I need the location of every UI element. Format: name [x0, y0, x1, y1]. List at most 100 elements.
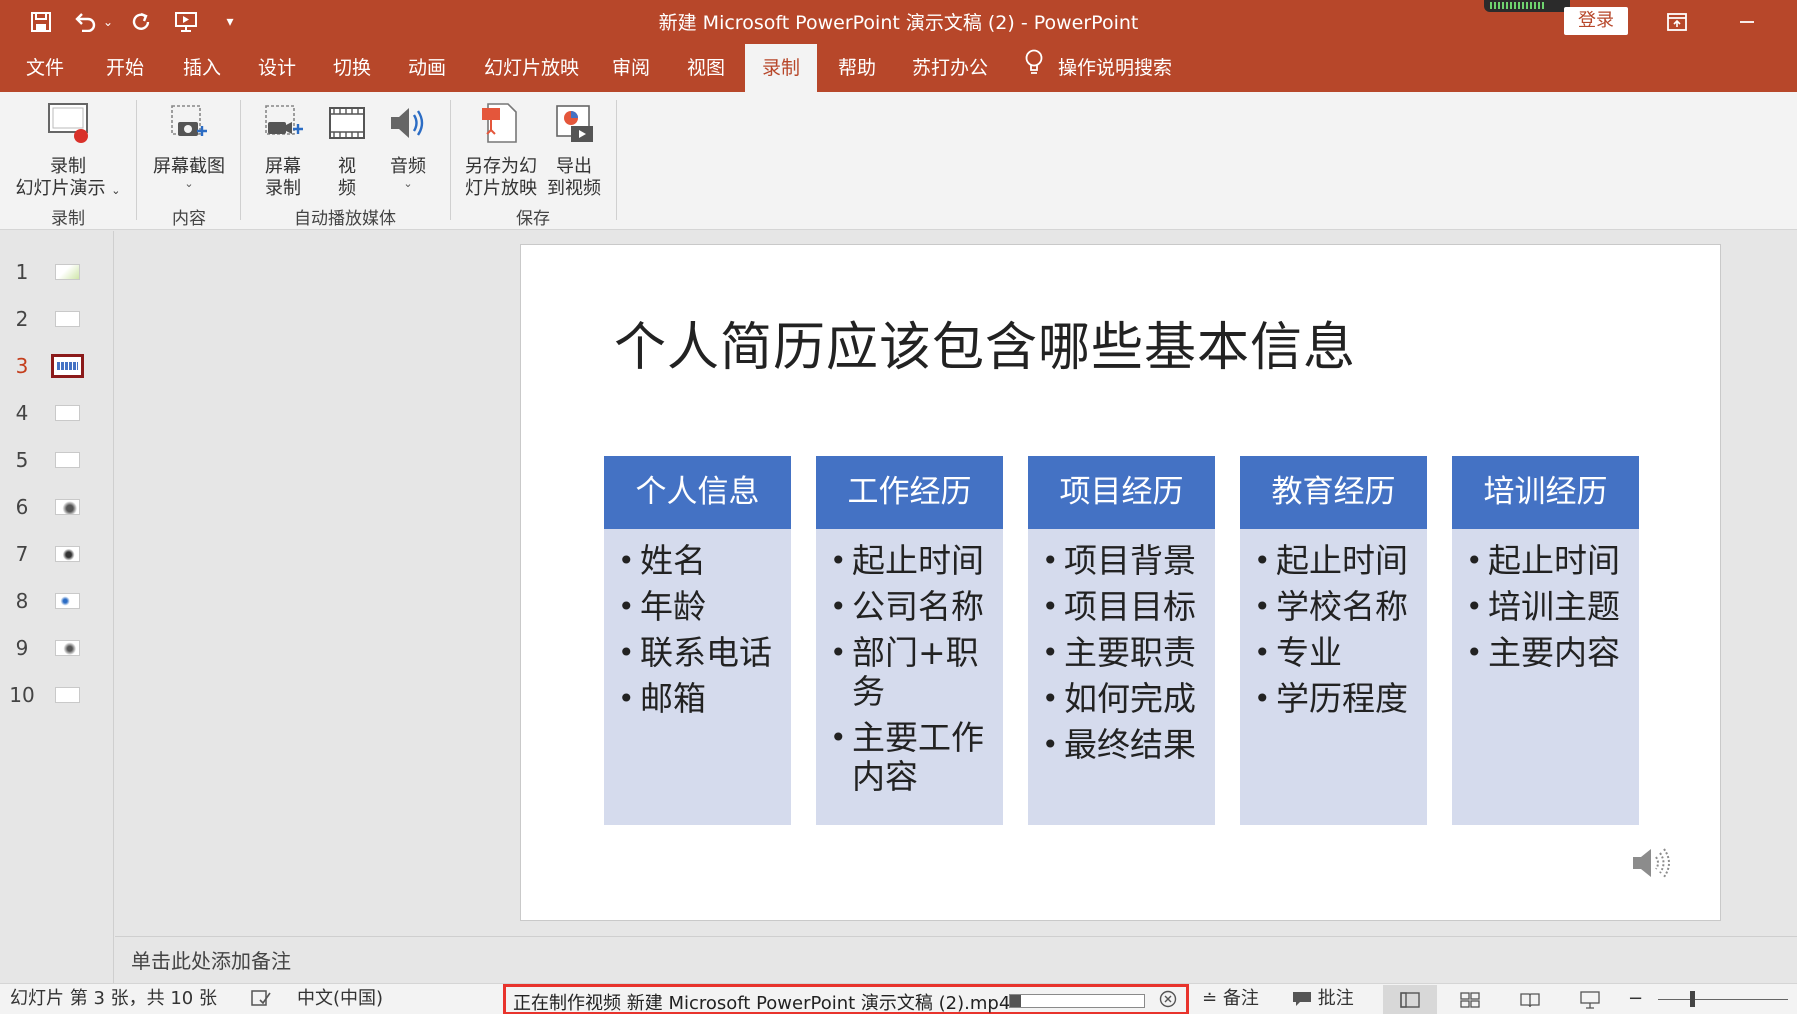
normal-view-icon[interactable]	[1383, 985, 1437, 1014]
comment-icon	[1292, 988, 1318, 1009]
tab-suda-office[interactable]: 苏打办公	[904, 44, 996, 92]
slide-number: 2	[15, 307, 29, 331]
battery-indicator	[1484, 0, 1570, 12]
video-export-progress: 正在制作视频 新建 Microsoft PowerPoint 演示文稿 (2).…	[503, 984, 1189, 1014]
current-slide[interactable]: 个人简历应该包含哪些基本信息 个人信息 姓名 年龄 联系电话 邮箱 工作经历 起…	[520, 244, 1721, 921]
content-column[interactable]: 个人信息 姓名 年龄 联系电话 邮箱	[604, 456, 791, 825]
comments-toggle-button[interactable]: 批注	[1292, 988, 1354, 1010]
present-icon[interactable]	[170, 6, 202, 38]
slide-thumbnail-image	[55, 593, 80, 609]
slide-title[interactable]: 个人简历应该包含哪些基本信息	[614, 305, 1356, 380]
bullet-item: 项目目标	[1042, 587, 1207, 626]
column-body: 姓名 年龄 联系电话 邮箱	[604, 529, 791, 825]
bullet-item: 年龄	[618, 587, 783, 626]
content-column[interactable]: 培训经历 起止时间 培训主题 主要内容	[1452, 456, 1639, 825]
record-slideshow-label-1: 录制	[50, 156, 86, 177]
screenshot-button[interactable]: 屏幕截图 ⌄	[146, 100, 232, 190]
audio-dropdown-icon[interactable]: ⌄	[380, 178, 436, 190]
bullet-item: 部门+职务	[830, 633, 995, 711]
content-column[interactable]: 工作经历 起止时间 公司名称 部门+职务 主要工作内容	[816, 456, 1003, 825]
slide-number: 9	[15, 636, 29, 660]
slide-thumbnail[interactable]: 6	[0, 489, 114, 529]
cancel-export-icon[interactable]	[1159, 990, 1177, 1008]
slide-number: 7	[15, 542, 29, 566]
tab-file[interactable]: 文件	[18, 44, 72, 92]
tell-me-label: 操作说明搜索	[1058, 57, 1173, 79]
screen-record-button[interactable]: 屏幕 录制	[250, 100, 316, 200]
tab-record[interactable]: 录制	[745, 44, 817, 92]
bullet-item: 联系电话	[618, 633, 783, 672]
record-slideshow-button[interactable]: 录制 幻灯片演示 ⌄	[12, 100, 124, 202]
login-button[interactable]: 登录	[1564, 7, 1628, 35]
zoom-slider-handle[interactable]	[1690, 991, 1695, 1007]
column-header: 工作经历	[816, 456, 1003, 529]
slideshow-view-icon[interactable]	[1563, 985, 1617, 1014]
tab-animations[interactable]: 动画	[400, 44, 454, 92]
bullet-item: 主要职责	[1042, 633, 1207, 672]
ribbon-record: 录制 幻灯片演示 ⌄ 录制 屏幕截图 ⌄ 内容 屏幕 录制 视 频 音频 ⌄ 自…	[0, 92, 1797, 230]
video-label-2: 频	[338, 178, 356, 199]
notes-pane[interactable]: 单击此处添加备注	[115, 936, 1797, 983]
undo-icon[interactable]	[70, 6, 100, 38]
screenshot-label: 屏幕截图	[153, 156, 225, 177]
slide-thumbnail-image	[55, 687, 80, 703]
export-video-button[interactable]: 导出 到视频	[542, 100, 606, 200]
group-separator	[616, 100, 617, 220]
film-icon	[322, 100, 372, 152]
slide-thumbnail-pane: 1 2 3 4 5 6 7 8 9 10	[0, 231, 114, 983]
slide-thumbnail-image	[55, 264, 80, 280]
minimize-icon[interactable]	[1724, 6, 1770, 38]
save-as-show-label-1: 另存为幻	[465, 156, 537, 177]
tab-review[interactable]: 审阅	[604, 44, 658, 92]
notes-toggle-label: 备注	[1222, 988, 1259, 1009]
tab-transitions[interactable]: 切换	[325, 44, 379, 92]
tell-me-search[interactable]: 操作说明搜索	[1024, 44, 1172, 92]
zoom-out-icon[interactable]: −	[1628, 988, 1643, 1010]
column-header: 教育经历	[1240, 456, 1427, 529]
save-as-show-button[interactable]: 另存为幻 灯片放映	[460, 100, 542, 200]
slide-thumbnail[interactable]: 10	[0, 677, 114, 717]
slide-thumbnail[interactable]: 8	[0, 583, 114, 623]
undo-dropdown-icon[interactable]: ⌄	[100, 6, 116, 38]
screen-record-label-2: 录制	[265, 178, 301, 199]
audio-speaker-icon[interactable]	[1629, 843, 1675, 887]
content-column[interactable]: 教育经历 起止时间 学校名称 专业 学历程度	[1240, 456, 1427, 825]
ribbon-display-icon[interactable]	[1654, 6, 1700, 38]
notes-toggle-button[interactable]: ≐ 备注	[1202, 988, 1259, 1010]
record-slideshow-icon	[12, 100, 124, 152]
tab-view[interactable]: 视图	[679, 44, 733, 92]
slide-number: 3	[15, 354, 29, 378]
bullet-item: 主要工作内容	[830, 718, 995, 796]
slide-thumbnail[interactable]: 1	[0, 254, 114, 294]
spell-check-icon[interactable]	[250, 988, 272, 1014]
slide-thumbnail[interactable]: 7	[0, 536, 114, 576]
save-icon[interactable]	[26, 6, 56, 38]
slide-thumbnail-current[interactable]: 3	[0, 348, 114, 388]
lightbulb-icon	[1024, 45, 1044, 93]
slide-thumbnail[interactable]: 5	[0, 442, 114, 482]
video-button[interactable]: 视 频	[322, 100, 372, 200]
tab-insert[interactable]: 插入	[175, 44, 229, 92]
language-status[interactable]: 中文(中国)	[297, 988, 383, 1010]
ribbon-tabs: 文件 开始 插入 设计 切换 动画 幻灯片放映 审阅 视图 录制 帮助 苏打办公…	[0, 44, 1797, 92]
screen-record-icon	[250, 100, 316, 152]
tab-help[interactable]: 帮助	[830, 44, 884, 92]
bullet-item: 主要内容	[1466, 633, 1631, 672]
slide-thumbnail[interactable]: 4	[0, 395, 114, 435]
content-column[interactable]: 项目经历 项目背景 项目目标 主要职责 如何完成 最终结果	[1028, 456, 1215, 825]
tab-home[interactable]: 开始	[98, 44, 152, 92]
column-header: 项目经历	[1028, 456, 1215, 529]
reading-view-icon[interactable]	[1503, 985, 1557, 1014]
tab-slideshow[interactable]: 幻灯片放映	[476, 44, 587, 92]
redo-icon[interactable]	[126, 6, 156, 38]
tab-design[interactable]: 设计	[250, 44, 304, 92]
column-header: 个人信息	[604, 456, 791, 529]
screenshot-dropdown-icon[interactable]: ⌄	[146, 178, 232, 190]
slide-thumbnail[interactable]: 9	[0, 630, 114, 670]
slide-thumbnail[interactable]: 2	[0, 301, 114, 341]
zoom-slider-track[interactable]	[1658, 999, 1788, 1000]
audio-button[interactable]: 音频 ⌄	[380, 100, 436, 190]
customize-icon[interactable]: ▾	[220, 6, 240, 38]
slide-sorter-view-icon[interactable]	[1443, 985, 1497, 1014]
notes-placeholder[interactable]: 单击此处添加备注	[131, 945, 291, 974]
